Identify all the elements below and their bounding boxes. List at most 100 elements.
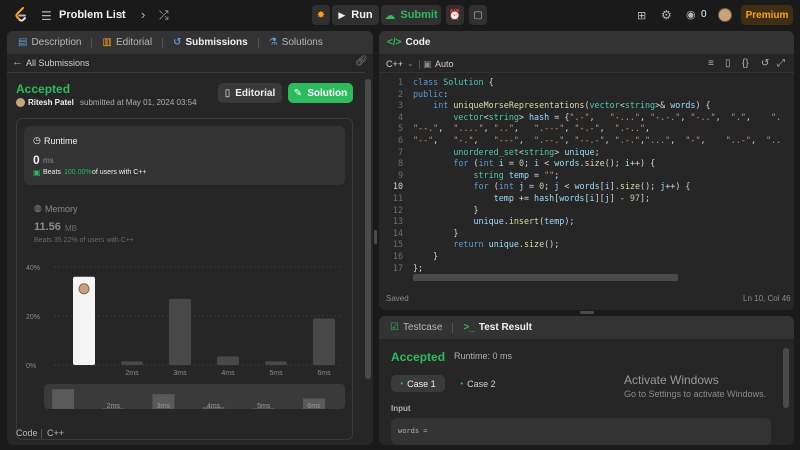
code-label: Code xyxy=(16,428,38,438)
line-number: 3 xyxy=(397,100,403,111)
input-label: Input xyxy=(391,404,411,413)
list-icon[interactable]: ☰ xyxy=(41,8,52,24)
submission-status: Accepted xyxy=(16,82,71,96)
input-value-box[interactable]: words = xyxy=(391,418,771,445)
code-line[interactable]: string temp = ""; xyxy=(413,170,783,182)
chart-bar-3ms[interactable] xyxy=(169,298,191,365)
bottom-scrollbar[interactable] xyxy=(783,348,789,408)
lock-icon: ▣ xyxy=(423,59,432,69)
chart-bar-4ms[interactable] xyxy=(217,356,239,365)
code-line[interactable]: for (int j = 0; j < words[i].size(); j++… xyxy=(413,181,783,193)
flame-icon[interactable]: ◉ xyxy=(686,7,696,23)
overview-x-tick: 6ms xyxy=(307,403,321,409)
notification-count: 0 xyxy=(701,9,707,20)
code-line[interactable]: } xyxy=(413,228,783,240)
chart-bar-6ms[interactable] xyxy=(313,318,335,365)
leetcode-logo-icon[interactable] xyxy=(14,7,28,23)
code-line[interactable]: vector<string> hash = {".-", "-...", "-.… xyxy=(413,112,783,124)
code-line[interactable]: "--.", "....", "..", ".---", "-.-", ".-.… xyxy=(413,123,783,135)
submission-panel: ▤ Description ▥ Editorial ↺ Submissions … xyxy=(7,31,373,445)
line-number: 17 xyxy=(392,262,403,273)
next-problem-icon[interactable]: › xyxy=(141,7,145,23)
code-line[interactable]: temp += hash[words[i][j] - 97]; xyxy=(413,193,783,205)
user-avatar[interactable] xyxy=(718,8,732,22)
format-icon[interactable]: ≡ xyxy=(708,56,714,72)
vertical-splitter-handle[interactable] xyxy=(374,230,377,244)
edit-pencil-icon: ✎ xyxy=(293,87,303,99)
tab-submissions[interactable]: ↺ Submissions xyxy=(170,37,251,48)
debug-button[interactable]: ✸ xyxy=(312,5,330,25)
author-avatar[interactable] xyxy=(16,98,25,107)
overview-x-tick: 2ms xyxy=(107,403,121,409)
braces-icon[interactable]: {} xyxy=(742,56,749,72)
back-arrow-icon[interactable]: ← xyxy=(12,56,23,68)
runtime-beats-prefix: Beats xyxy=(43,169,61,176)
chart-x-tick: 4ms xyxy=(221,370,235,377)
code-line[interactable]: unordered_set<string> unique; xyxy=(413,147,783,159)
tab-testcase[interactable]: ☑ Testcase xyxy=(387,322,445,333)
solution-button[interactable]: ✎ Solution xyxy=(288,83,353,103)
prev-problem-icon[interactable]: ‹ xyxy=(119,7,123,23)
layout-grid-icon[interactable]: ⊞ xyxy=(637,8,646,24)
line-number: 11 xyxy=(392,192,403,203)
code-line[interactable]: } xyxy=(413,251,783,263)
code-line[interactable]: unique.insert(temp); xyxy=(413,216,783,228)
code-line[interactable]: return unique.size(); xyxy=(413,239,783,251)
tab-solutions[interactable]: ⚗ Solutions xyxy=(266,37,326,48)
bookmark-icon[interactable]: ▯ xyxy=(725,56,731,72)
code-line[interactable]: int uniqueMorseRepresentations(vector<st… xyxy=(413,100,783,112)
case-1-tab[interactable]: • Case 1 xyxy=(391,375,445,392)
case-2-tab[interactable]: • Case 2 xyxy=(451,375,505,392)
auto-mode-label[interactable]: Auto xyxy=(435,59,454,69)
shuffle-icon[interactable]: ⤮ xyxy=(159,7,169,23)
line-number: 10 xyxy=(392,181,403,192)
tab-description[interactable]: ▤ Description xyxy=(15,37,84,48)
memory-beats: Beats 35.22% of users with C++ xyxy=(34,237,134,244)
code-line[interactable]: }; xyxy=(413,263,783,275)
left-scrollbar[interactable] xyxy=(365,79,371,379)
code-line[interactable]: "--", "-.", "---", ".--.", "--.-", ".-."… xyxy=(413,135,783,147)
all-submissions-link[interactable]: All Submissions xyxy=(26,58,90,68)
tab-divider xyxy=(257,37,259,48)
notes-button[interactable]: ▢ xyxy=(469,5,487,25)
run-button[interactable]: ▶ Run xyxy=(332,5,379,25)
settings-gear-icon[interactable]: ⚙ xyxy=(661,7,672,23)
line-number: 12 xyxy=(392,204,403,215)
chart-x-tick: 3ms xyxy=(173,370,187,377)
alarm-clock-icon: ⏰ xyxy=(448,9,462,21)
code-line[interactable]: for (int i = 0; i < words.size(); i++) { xyxy=(413,158,783,170)
premium-button[interactable]: Premium xyxy=(741,5,793,25)
chevron-down-icon[interactable]: ⌄ xyxy=(407,59,414,68)
memory-value: 11.56 xyxy=(34,221,61,233)
timer-button[interactable]: ⏰ xyxy=(446,5,464,25)
save-status: Saved xyxy=(386,294,409,303)
submit-button[interactable]: ☁ Submit xyxy=(381,5,441,25)
top-bar: ☰ Problem List ‹ › ⤮ ✸ ▶ Run ☁ Submit ⏰ … xyxy=(0,0,800,30)
language-select[interactable]: C++ xyxy=(386,59,403,69)
code-line[interactable]: class Solution { xyxy=(413,77,783,89)
horizontal-splitter-handle[interactable] xyxy=(580,311,594,314)
pass-dot-icon: • xyxy=(400,379,404,388)
test-status: Accepted xyxy=(391,350,446,364)
chart-bar-5ms[interactable] xyxy=(265,361,287,365)
memory-title[interactable]: Memory xyxy=(45,204,78,214)
code-text[interactable]: class Solution {public: int uniqueMorseR… xyxy=(413,77,783,274)
share-link-icon[interactable]: 🔗︎ xyxy=(355,56,368,67)
cursor-position: Ln 10, Col 46 xyxy=(743,294,791,303)
code-horizontal-scrollbar[interactable] xyxy=(413,274,678,281)
chart-bar-2ms[interactable] xyxy=(121,361,143,365)
problem-list-link[interactable]: Problem List xyxy=(59,9,126,21)
reset-icon[interactable]: ↺ xyxy=(761,56,769,72)
chart-user-avatar-marker xyxy=(78,283,90,295)
tab-test-result[interactable]: >_ Test Result xyxy=(460,322,535,333)
code-line[interactable]: } xyxy=(413,205,783,217)
tab-editorial[interactable]: ▥ Editorial xyxy=(99,37,155,48)
author-name[interactable]: Ritesh Patel xyxy=(28,98,74,107)
runtime-card[interactable]: ◷ Runtime 0 ms ▣ Beats 100.00% of users … xyxy=(24,126,345,185)
line-number: 9 xyxy=(397,169,403,180)
code-line[interactable]: public: xyxy=(413,89,783,101)
fullscreen-icon[interactable]: ⤢ xyxy=(777,56,785,72)
editorial-button[interactable]: ▯ Editorial xyxy=(218,83,282,103)
code-panel-title: Code xyxy=(405,37,431,48)
test-result-panel: ☑ Testcase >_ Test Result Accepted Runti… xyxy=(379,316,794,445)
